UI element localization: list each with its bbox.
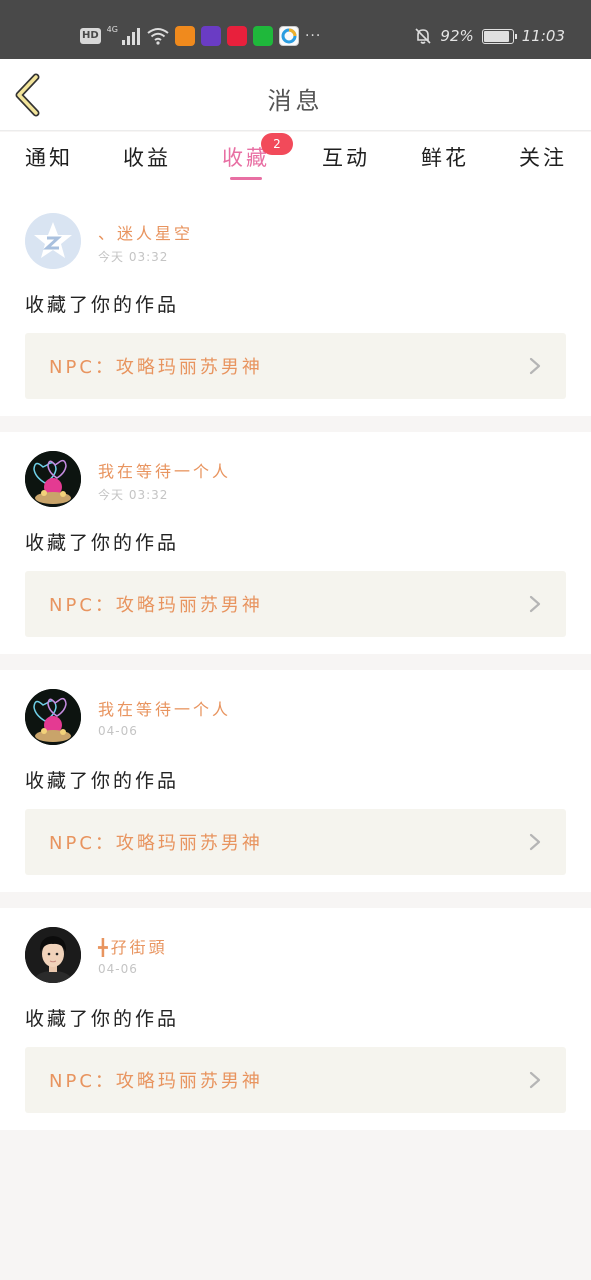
battery-level-fill (483, 30, 509, 42)
wifi-icon (147, 28, 169, 45)
tab-interactions[interactable]: 互动 (301, 142, 391, 188)
boy-portrait-avatar[interactable] (25, 927, 81, 983)
timestamp: 04-06 (98, 724, 138, 738)
tab-notifications[interactable]: 通知 (4, 142, 94, 188)
header: 消息 (0, 59, 591, 131)
tab-label: 关注 (519, 146, 567, 170)
message-list: 、迷人星空 今天 03:32 收藏了你的作品 NPC：攻略玛丽苏男神 我在等待一… (0, 194, 591, 1146)
timestamp: 今天 03:32 (98, 250, 169, 264)
heart-flower-avatar[interactable] (25, 689, 81, 745)
battery-icon (481, 28, 517, 44)
work-title: NPC：攻略玛丽苏男神 (49, 357, 263, 378)
tab-label: 收益 (123, 146, 171, 170)
unread-badge: 2 (261, 133, 293, 155)
work-link[interactable]: NPC：攻略玛丽苏男神 (25, 1047, 566, 1113)
tab-bar: 通知 收益 收藏 2 互动 鲜花 关注 (0, 132, 591, 194)
work-link[interactable]: NPC：攻略玛丽苏男神 (25, 333, 566, 399)
tab-label: 鲜花 (421, 146, 469, 170)
work-title: NPC：攻略玛丽苏男神 (49, 595, 263, 616)
message-card: 、迷人星空 今天 03:32 收藏了你的作品 NPC：攻略玛丽苏男神 (0, 194, 591, 416)
username[interactable]: ╋孖街頭 (98, 934, 168, 958)
message-card: 我在等待一个人 04-06 收藏了你的作品 NPC：攻略玛丽苏男神 (0, 670, 591, 892)
chevron-right-icon (529, 1071, 541, 1089)
message-card: ╋孖街頭 04-06 收藏了你的作品 NPC：攻略玛丽苏男神 (0, 908, 591, 1130)
qzone-avatar[interactable] (25, 213, 81, 269)
action-text: 收藏了你的作品 (25, 1008, 180, 1030)
mute-bell-icon (415, 28, 431, 44)
action-text: 收藏了你的作品 (25, 294, 180, 316)
chevron-right-icon (529, 595, 541, 613)
chevron-right-icon (529, 357, 541, 375)
status-bar: HD 4G ··· 92% 11:03 (0, 0, 591, 59)
status-bar-left: HD 4G ··· (80, 24, 321, 48)
active-tab-indicator (230, 177, 262, 180)
username[interactable]: 我在等待一个人 (98, 696, 231, 720)
tab-flowers[interactable]: 鲜花 (400, 142, 490, 188)
action-text: 收藏了你的作品 (25, 770, 180, 792)
tab-following[interactable]: 关注 (498, 142, 588, 188)
work-title: NPC：攻略玛丽苏男神 (49, 1071, 263, 1092)
work-title: NPC：攻略玛丽苏男神 (49, 833, 263, 854)
action-text: 收藏了你的作品 (25, 532, 180, 554)
tab-label: 通知 (25, 146, 73, 170)
tab-earnings[interactable]: 收益 (102, 142, 192, 188)
work-link[interactable]: NPC：攻略玛丽苏男神 (25, 809, 566, 875)
timestamp: 04-06 (98, 962, 138, 976)
page-title: 消息 (267, 87, 324, 115)
tab-favorites[interactable]: 收藏 2 (201, 133, 293, 188)
signal-icon (121, 28, 140, 45)
tab-label: 互动 (322, 146, 370, 170)
hd-indicator: HD (80, 28, 101, 44)
work-link[interactable]: NPC：攻略玛丽苏男神 (25, 571, 566, 637)
timestamp: 今天 03:32 (98, 488, 169, 502)
browser-app-icon (278, 26, 299, 46)
status-bar-right: 92% 11:03 (414, 24, 565, 48)
heart-flower-avatar[interactable] (25, 451, 81, 507)
uc-browser-icon (174, 26, 195, 46)
message-card: 我在等待一个人 今天 03:32 收藏了你的作品 NPC：攻略玛丽苏男神 (0, 432, 591, 654)
chevron-right-icon (529, 833, 541, 851)
game-app-icon (200, 26, 221, 46)
more-notifications-icon: ··· (304, 28, 322, 44)
network-type: 4G (106, 25, 118, 34)
username[interactable]: 我在等待一个人 (98, 458, 231, 482)
clock: 11:03 (521, 27, 565, 45)
battery-percent: 92% (440, 27, 474, 45)
iqiyi-icon (252, 26, 273, 46)
username[interactable]: 、迷人星空 (98, 220, 193, 244)
heart-app-icon (226, 26, 247, 46)
